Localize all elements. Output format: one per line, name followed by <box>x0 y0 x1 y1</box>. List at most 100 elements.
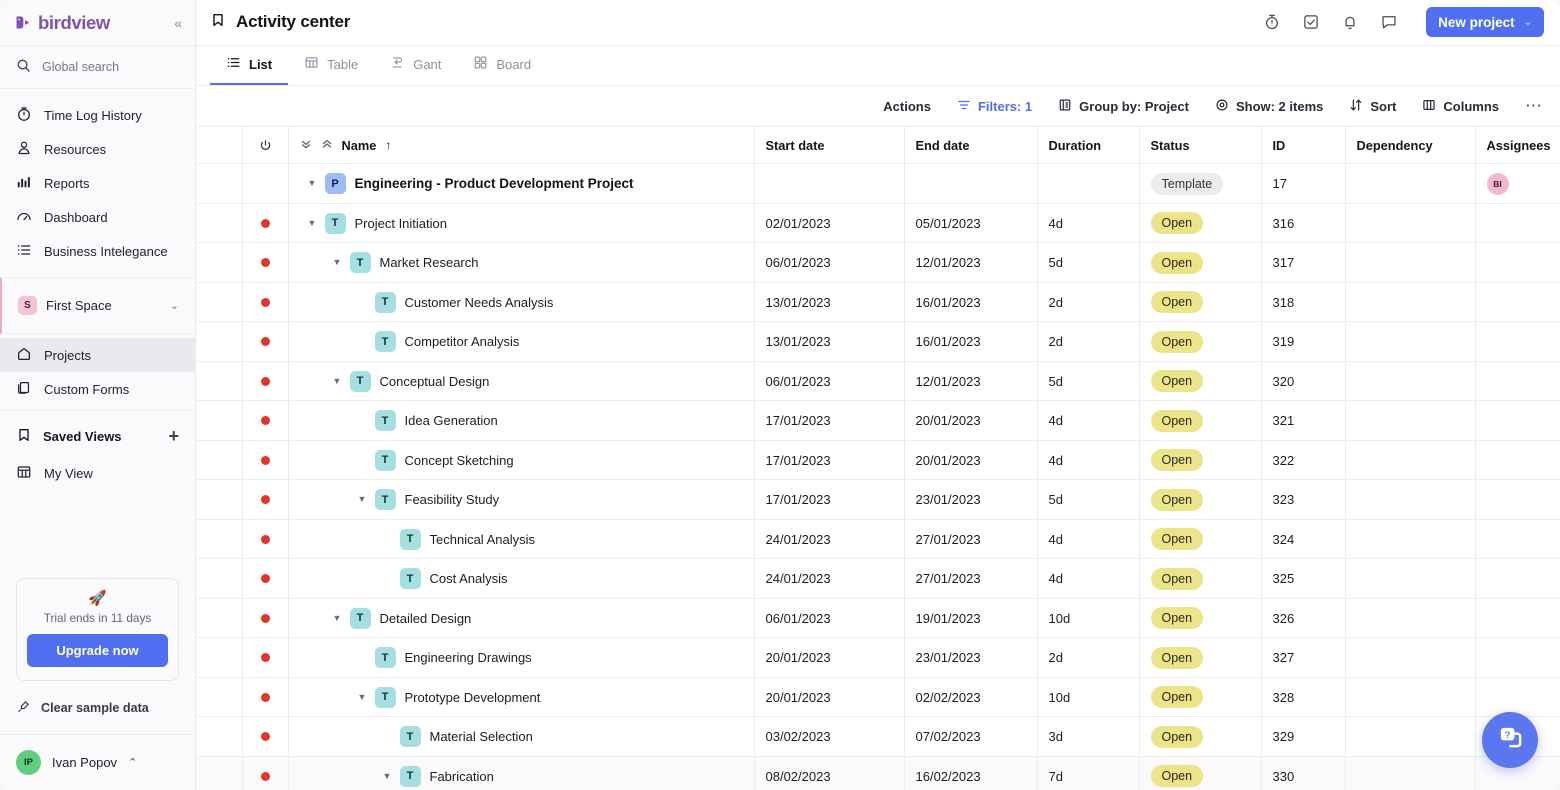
row-name-cell[interactable]: T Competitor Analysis <box>288 321 755 362</box>
row-id-cell[interactable]: 325 <box>1261 558 1346 599</box>
row-status-cell[interactable]: Open <box>1139 677 1262 718</box>
row-status-indicator-cell[interactable] <box>242 440 289 481</box>
row-id-cell[interactable]: 327 <box>1261 637 1346 678</box>
row-end-date-cell[interactable]: 19/01/2023 <box>904 598 1038 639</box>
row-duration-cell[interactable]: 2d <box>1037 282 1140 323</box>
row-start-date-cell[interactable]: 06/01/2023 <box>754 361 905 402</box>
row-name-cell[interactable]: ▼ T Feasibility Study <box>288 479 755 520</box>
status-column-header[interactable]: Status <box>1139 126 1262 165</box>
row-assignees-cell[interactable] <box>1475 321 1560 362</box>
row-status-indicator-cell[interactable] <box>242 203 289 244</box>
row-id-cell[interactable]: 321 <box>1261 400 1346 441</box>
row-end-date-cell[interactable]: 16/02/2023 <box>904 756 1038 790</box>
row-assignees-cell[interactable] <box>1475 282 1560 323</box>
row-dependency-cell[interactable] <box>1345 361 1476 402</box>
sidebar-collapse-icon[interactable]: « <box>174 16 182 30</box>
space-selector[interactable]: S First Space ⌄ <box>0 278 195 334</box>
row-end-date-cell[interactable]: 23/01/2023 <box>904 637 1038 678</box>
row-id-cell[interactable]: 318 <box>1261 282 1346 323</box>
row-id-cell[interactable]: 330 <box>1261 756 1346 790</box>
row-select-cell[interactable] <box>196 400 243 441</box>
table-row[interactable]: T Competitor Analysis 13/01/2023 16/01/2023… <box>196 321 1560 362</box>
chevron-down-icon[interactable]: ⌄ <box>1524 17 1532 28</box>
upgrade-now-button[interactable]: Upgrade now <box>27 634 168 667</box>
row-expand-toggle[interactable]: ▼ <box>300 179 325 188</box>
row-select-cell[interactable] <box>196 479 243 520</box>
row-id-cell[interactable]: 328 <box>1261 677 1346 718</box>
checkbox-icon[interactable] <box>1302 13 1320 31</box>
tab-gant[interactable]: Gant <box>374 46 457 86</box>
table-row[interactable]: T Engineering Drawings 20/01/2023 23/01/202… <box>196 637 1560 678</box>
row-status-cell[interactable]: Open <box>1139 361 1262 402</box>
row-name-cell[interactable]: T Idea Generation <box>288 400 755 441</box>
table-row[interactable]: T Technical Analysis 24/01/2023 27/01/2023 4… <box>196 519 1560 560</box>
filters-button[interactable]: Filters: 1 <box>957 98 1032 115</box>
row-end-date-cell[interactable]: 02/02/2023 <box>904 677 1038 718</box>
row-name-cell[interactable]: T Concept Sketching <box>288 440 755 481</box>
row-dependency-cell[interactable] <box>1345 321 1476 362</box>
row-status-cell[interactable]: Open <box>1139 756 1262 790</box>
row-end-date-cell[interactable]: 27/01/2023 <box>904 558 1038 599</box>
row-select-cell[interactable] <box>196 242 243 283</box>
end-date-column-header[interactable]: End date <box>904 126 1038 165</box>
table-row[interactable]: ▼ T Conceptual Design 06/01/2023 12/01/2023 5… <box>196 361 1560 402</box>
row-status-cell[interactable]: Open <box>1139 282 1262 323</box>
row-end-date-cell[interactable]: 16/01/2023 <box>904 321 1038 362</box>
row-expand-toggle[interactable]: ▼ <box>350 495 375 504</box>
clear-sample-data-button[interactable]: Clear sample data <box>0 691 195 725</box>
row-dependency-cell[interactable] <box>1345 242 1476 283</box>
assignees-column-header[interactable]: Assignees <box>1475 126 1560 165</box>
row-duration-cell[interactable]: 7d <box>1037 756 1140 790</box>
chevron-up-icon[interactable]: ⌃ <box>128 756 137 769</box>
row-status-cell[interactable]: Open <box>1139 321 1262 362</box>
row-id-cell[interactable]: 316 <box>1261 203 1346 244</box>
row-name-cell[interactable]: T Technical Analysis <box>288 519 755 560</box>
table-row[interactable]: T Concept Sketching 17/01/2023 20/01/2023 4d… <box>196 440 1560 481</box>
name-column-header[interactable]: Name ↑ <box>288 126 755 165</box>
bell-icon[interactable] <box>1341 13 1359 31</box>
expand-all-icon[interactable] <box>321 138 333 153</box>
row-assignees-cell[interactable] <box>1475 203 1560 244</box>
row-expand-toggle[interactable]: ▼ <box>300 218 325 228</box>
row-status-cell[interactable]: Open <box>1139 519 1262 560</box>
row-select-cell[interactable] <box>196 598 243 639</box>
row-duration-cell[interactable]: 2d <box>1037 637 1140 678</box>
row-status-cell[interactable]: Open <box>1139 558 1262 599</box>
row-start-date-cell[interactable]: 24/01/2023 <box>754 558 905 599</box>
table-row[interactable]: T Customer Needs Analysis 13/01/2023 16/01/… <box>196 282 1560 323</box>
dependency-column-header[interactable]: Dependency <box>1345 126 1476 165</box>
row-duration-cell[interactable]: 4d <box>1037 558 1140 599</box>
row-dependency-cell[interactable] <box>1345 400 1476 441</box>
row-assignees-cell[interactable] <box>1475 440 1560 481</box>
chevron-down-icon[interactable]: ⌄ <box>170 299 179 312</box>
row-select-cell[interactable] <box>196 203 243 244</box>
help-chat-button[interactable]: ? <box>1482 712 1538 768</box>
table-row[interactable]: ▼ T Prototype Development 20/01/2023 02/02/2… <box>196 677 1560 718</box>
row-start-date-cell[interactable]: 20/01/2023 <box>754 677 905 718</box>
row-id-cell[interactable]: 322 <box>1261 440 1346 481</box>
row-duration-cell[interactable]: 4d <box>1037 400 1140 441</box>
row-duration-cell[interactable]: 4d <box>1037 519 1140 560</box>
row-select-cell[interactable] <box>196 282 243 323</box>
row-id-cell[interactable]: 324 <box>1261 519 1346 560</box>
row-id-cell[interactable]: 326 <box>1261 598 1346 639</box>
row-dependency-cell[interactable] <box>1345 598 1476 639</box>
group-by-button[interactable]: Group by: Project <box>1058 98 1189 115</box>
row-assignees-cell[interactable] <box>1475 361 1560 402</box>
row-dependency-cell[interactable] <box>1345 716 1476 757</box>
row-duration-cell[interactable]: 2d <box>1037 321 1140 362</box>
sidebar-item-reports[interactable]: Reports <box>0 166 195 200</box>
table-row[interactable]: ▼ T Fabrication 08/02/2023 16/02/2023 7d Open 3… <box>196 756 1560 790</box>
row-start-date-cell[interactable]: 24/01/2023 <box>754 519 905 560</box>
row-start-date-cell[interactable]: 06/01/2023 <box>754 242 905 283</box>
table-row[interactable]: T Cost Analysis 24/01/2023 27/01/2023 4d Open… <box>196 558 1560 599</box>
row-status-indicator-cell[interactable] <box>242 558 289 599</box>
row-end-date-cell[interactable]: 23/01/2023 <box>904 479 1038 520</box>
row-start-date-cell[interactable]: 17/01/2023 <box>754 440 905 481</box>
row-status-cell[interactable]: Open <box>1139 242 1262 283</box>
row-assignees-cell[interactable] <box>1475 637 1560 678</box>
row-status-cell[interactable]: Open <box>1139 716 1262 757</box>
row-name-cell[interactable]: T Engineering Drawings <box>288 637 755 678</box>
table-row[interactable]: ▼ T Market Research 06/01/2023 12/01/2023 5d O… <box>196 242 1560 283</box>
table-row[interactable]: ▼ T Project Initiation 02/01/2023 05/01/2023… <box>196 203 1560 244</box>
